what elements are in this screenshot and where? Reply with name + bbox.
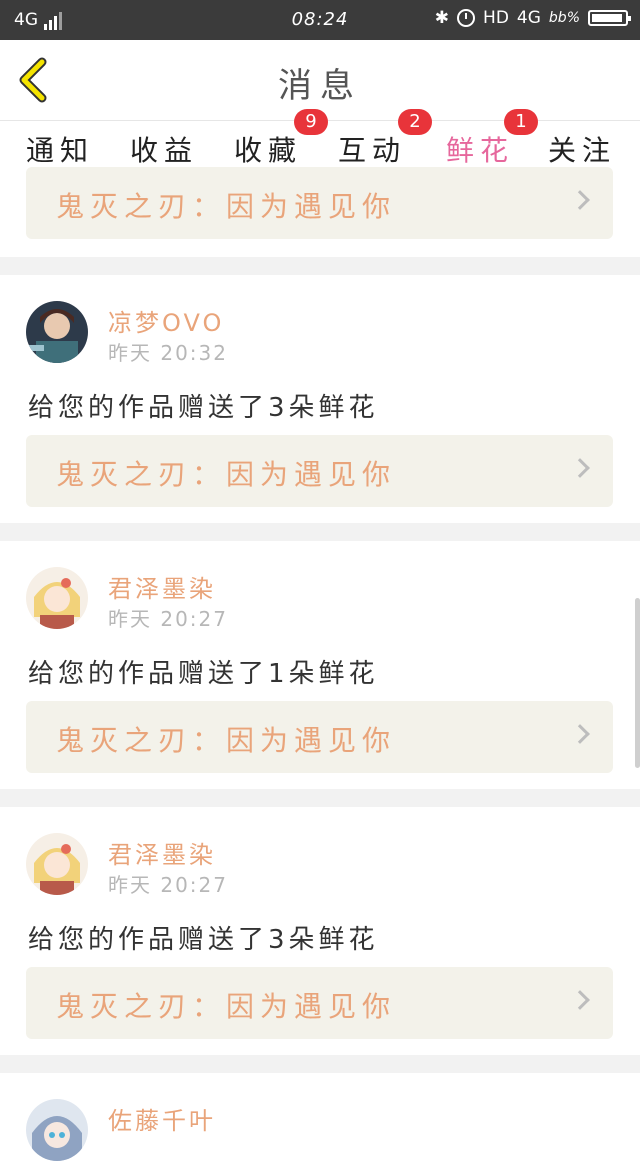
message-card: 君泽墨染 昨天 20:27 给您的作品赠送了3朵鲜花 鬼灭之刃：因为遇见你: [0, 807, 640, 1055]
chevron-right-icon: [570, 724, 590, 744]
message-card: 君泽墨染 昨天 20:27 给您的作品赠送了1朵鲜花 鬼灭之刃：因为遇见你: [0, 541, 640, 789]
username[interactable]: 君泽墨染: [108, 835, 216, 870]
tab-label: 关注: [547, 134, 616, 167]
work-link[interactable]: 鬼灭之刃：因为遇见你: [26, 967, 613, 1039]
tab-label: 收藏: [233, 134, 302, 167]
divider: [0, 523, 640, 541]
message-text: 给您的作品赠送了3朵鲜花: [28, 925, 379, 955]
tab-label: 互动: [337, 134, 406, 167]
page-title: 消息: [278, 66, 362, 106]
tab-label: 收益: [129, 134, 198, 167]
title-bar: 消息: [0, 40, 640, 121]
username[interactable]: 君泽墨染: [108, 569, 216, 604]
battery-icon: [588, 10, 631, 26]
work-link-text: 鬼灭之刃：因为遇见你: [56, 458, 397, 491]
alarm-icon: [457, 9, 476, 27]
work-link[interactable]: 鬼灭之刃：因为遇见你: [26, 435, 613, 507]
work-link-text: 鬼灭之刃：因为遇见你: [56, 724, 397, 757]
scrollbar[interactable]: [635, 598, 640, 768]
message-card: 鬼灭之刃：因为遇见你: [0, 167, 640, 257]
work-link[interactable]: 鬼灭之刃：因为遇见你: [26, 167, 613, 239]
username[interactable]: 佐藤千叶: [108, 1101, 216, 1136]
network-right-label: 4G: [516, 8, 541, 28]
chevron-right-icon: [570, 190, 590, 210]
message-card: 凉梦OVO 昨天 20:32 给您的作品赠送了3朵鲜花 鬼灭之刃：因为遇见你: [0, 275, 640, 523]
work-link-text: 鬼灭之刃：因为遇见你: [56, 990, 397, 1023]
timestamp: 昨天 20:32: [108, 341, 228, 365]
work-link[interactable]: 鬼灭之刃：因为遇见你: [26, 701, 613, 773]
tab-label: 通知: [25, 134, 94, 167]
divider: [0, 789, 640, 807]
status-right: ✱ HD 4G bb%: [434, 8, 631, 28]
username[interactable]: 凉梦OVO: [108, 303, 224, 338]
message-text: 给您的作品赠送了3朵鲜花: [28, 393, 379, 423]
timestamp: 昨天 20:27: [108, 873, 228, 897]
speed-label: bb%: [548, 10, 580, 26]
avatar[interactable]: [26, 301, 88, 363]
timestamp: 昨天 20:27: [108, 607, 228, 631]
avatar[interactable]: [26, 567, 88, 629]
interaction-badge: 2: [398, 109, 432, 135]
message-text: 给您的作品赠送了1朵鲜花: [28, 659, 379, 689]
message-card: 佐藤千叶: [0, 1073, 640, 1173]
bluetooth-icon: ✱: [434, 8, 450, 28]
status-bar: 4G 08:24 ✱ HD 4G bb%: [0, 0, 640, 40]
divider: [0, 1055, 640, 1073]
tab-label: 鲜花: [445, 134, 514, 167]
hd-label: HD: [483, 8, 509, 28]
work-link-text: 鬼灭之刃：因为遇见你: [56, 190, 397, 223]
chevron-right-icon: [570, 990, 590, 1010]
divider: [0, 257, 640, 275]
avatar[interactable]: [26, 833, 88, 895]
avatar[interactable]: [26, 1099, 88, 1161]
message-feed: 鬼灭之刃：因为遇见你 凉梦OVO 昨天 20:32 给您的作品赠送了3朵鲜花 鬼…: [0, 167, 640, 1173]
chevron-right-icon: [570, 458, 590, 478]
